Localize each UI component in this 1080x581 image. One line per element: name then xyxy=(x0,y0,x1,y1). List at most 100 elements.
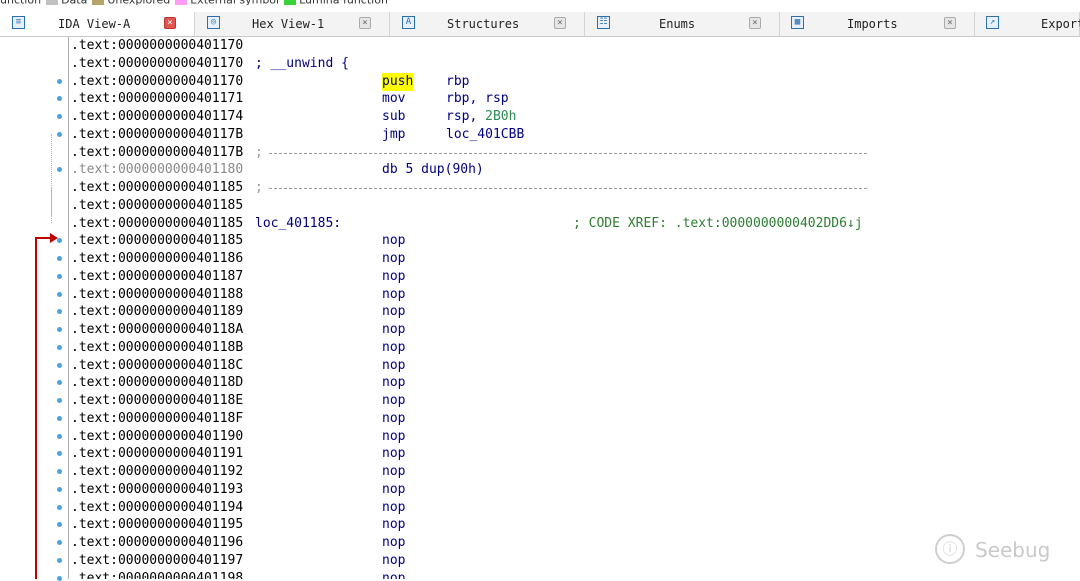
listing-row[interactable]: .text:000000000040118A nop xyxy=(69,321,1080,339)
mnemonic[interactable]: nop xyxy=(382,232,405,250)
listing-row[interactable]: .text:0000000000401186 nop xyxy=(69,250,1080,268)
listing-row[interactable]: .text:000000000040117B; xyxy=(69,144,1080,162)
disassembly-listing[interactable]: .text:0000000000401170 .text:000000000040… xyxy=(68,37,1080,579)
breakpoint-dot[interactable] xyxy=(57,575,62,581)
tab-structures[interactable]: A Structures × xyxy=(390,12,585,36)
breakpoint-dot[interactable] xyxy=(57,433,62,439)
seebug-logo-icon: ⓘ xyxy=(935,534,965,564)
mnemonic[interactable]: nop xyxy=(382,374,405,392)
listing-row[interactable]: .text:0000000000401185 loc_401185: ; CODE … xyxy=(69,215,1080,233)
mnemonic[interactable]: nop xyxy=(382,570,405,580)
mnemonic[interactable]: nop xyxy=(382,516,405,534)
listing-row[interactable]: .text:000000000040118C nop xyxy=(69,357,1080,375)
listing-row[interactable]: .text:0000000000401180 db 5 dup(90h) xyxy=(69,161,1080,179)
mnemonic[interactable]: nop xyxy=(382,392,405,410)
listing-row[interactable]: .text:0000000000401194 nop xyxy=(69,499,1080,517)
listing-row[interactable]: .text:000000000040118F nop xyxy=(69,410,1080,428)
breakpoint-dot[interactable] xyxy=(57,256,62,261)
operands[interactable]: rbp, rsp xyxy=(446,90,509,108)
breakpoint-dot[interactable] xyxy=(57,486,62,492)
mnemonic[interactable]: nop xyxy=(382,534,405,552)
listing-row[interactable]: .text:0000000000401174 sub rsp, 2B0h xyxy=(69,108,1080,126)
mnemonic[interactable]: nop xyxy=(382,428,405,446)
mnemonic[interactable]: nop xyxy=(382,481,405,499)
operands[interactable]: loc_401CBB xyxy=(446,126,524,144)
listing-row[interactable]: .text:0000000000401185 xyxy=(69,197,1080,215)
operand-text: loc_401CBB xyxy=(446,126,525,142)
close-icon[interactable]: × xyxy=(164,17,176,29)
breakpoint-dot[interactable] xyxy=(57,114,62,119)
close-icon[interactable]: × xyxy=(749,17,761,29)
listing-row[interactable]: .text:0000000000401195 nop xyxy=(69,516,1080,534)
mnemonic[interactable]: nop xyxy=(382,463,405,481)
xref-comment[interactable]: ; CODE XREF: .text:0000000000402DD6↓j xyxy=(573,215,863,233)
mnemonic[interactable]: nop xyxy=(382,499,405,517)
mnemonic[interactable]: push xyxy=(382,72,414,91)
mnemonic[interactable]: nop xyxy=(382,286,405,304)
tab-imports[interactable]: ▦ Imports × xyxy=(780,12,975,36)
breakpoint-dot[interactable] xyxy=(57,327,62,332)
breakpoint-dot[interactable] xyxy=(57,344,62,350)
tab-export[interactable]: ↗ Export xyxy=(975,12,1080,36)
listing-row[interactable]: .text:0000000000401187 nop xyxy=(69,268,1080,286)
listing-row[interactable]: .text:000000000040117B jmp loc_401CBB xyxy=(69,126,1080,144)
listing-row[interactable]: .text:0000000000401185; xyxy=(69,179,1080,197)
listing-row[interactable]: .text:0000000000401192 nop xyxy=(69,463,1080,481)
address: .text:0000000000401193 xyxy=(71,481,244,497)
listing-row[interactable]: .text:000000000040118D nop xyxy=(69,374,1080,392)
operands[interactable]: rbp xyxy=(446,73,469,91)
operands[interactable]: rsp, 2B0h xyxy=(446,108,516,126)
mnemonic[interactable]: mov xyxy=(382,90,405,108)
breakpoint-dot[interactable] xyxy=(57,415,62,421)
mnemonic[interactable]: sub xyxy=(382,108,405,126)
breakpoint-dot[interactable] xyxy=(57,131,62,137)
listing-row[interactable]: .text:0000000000401196 nop xyxy=(69,534,1080,552)
breakpoint-dot[interactable] xyxy=(57,469,62,474)
listing-row[interactable]: .text:0000000000401170 ; __unwind { xyxy=(69,55,1080,73)
breakpoint-dot[interactable] xyxy=(57,557,62,563)
breakpoint-dot[interactable] xyxy=(57,540,62,545)
mnemonic[interactable]: jmp xyxy=(382,126,405,144)
mnemonic[interactable]: nop xyxy=(382,303,405,321)
listing-row[interactable]: .text:0000000000401197 nop xyxy=(69,552,1080,570)
jump-arrow-stub xyxy=(35,237,51,239)
breakpoint-dot[interactable] xyxy=(57,398,62,403)
listing-row[interactable]: .text:0000000000401171 mov rbp, rsp xyxy=(69,90,1080,108)
breakpoint-dot[interactable] xyxy=(57,504,62,510)
address: .text:0000000000401180 xyxy=(71,162,244,178)
listing-row[interactable]: .text:0000000000401188 nop xyxy=(69,286,1080,304)
mnemonic[interactable]: nop xyxy=(382,410,405,428)
mnemonic[interactable]: nop xyxy=(382,357,405,375)
listing-row[interactable]: .text:0000000000401190 nop xyxy=(69,428,1080,446)
tab-hex-view-1[interactable]: ◎ Hex View-1 × xyxy=(195,12,390,36)
mnemonic[interactable]: nop xyxy=(382,339,405,357)
tab-ida-view-a[interactable]: ≡ IDA View-A × xyxy=(0,12,195,36)
mnemonic[interactable]: nop xyxy=(382,445,405,463)
address: .text:0000000000401185 xyxy=(71,197,244,213)
listing-row[interactable]: .text:0000000000401189 nop xyxy=(69,303,1080,321)
close-icon[interactable]: × xyxy=(359,17,371,29)
mnemonic[interactable]: nop xyxy=(382,321,405,339)
breakpoint-dot[interactable] xyxy=(57,291,62,297)
close-icon[interactable]: × xyxy=(944,17,956,29)
legend-swatch xyxy=(284,0,297,5)
listing-row[interactable]: .text:0000000000401193 nop xyxy=(69,481,1080,499)
breakpoint-dot[interactable] xyxy=(57,78,62,84)
listing-row[interactable]: .text:000000000040118E nop xyxy=(69,392,1080,410)
listing-row[interactable]: .text:0000000000401170 push rbp xyxy=(69,72,1080,91)
listing-row[interactable]: .text:0000000000401191 nop xyxy=(69,445,1080,463)
listing-row[interactable]: .text:0000000000401198 nop xyxy=(69,570,1080,580)
mnemonic[interactable]: nop xyxy=(382,552,405,570)
close-icon[interactable]: × xyxy=(554,17,566,29)
listing-row[interactable]: .text:000000000040118B nop xyxy=(69,339,1080,357)
breakpoint-dot[interactable] xyxy=(57,273,62,279)
mnemonic[interactable]: nop xyxy=(382,250,405,268)
listing-row[interactable]: .text:0000000000401170 xyxy=(69,37,1080,55)
mnemonic[interactable]: db 5 dup(90h) xyxy=(382,161,484,179)
breakpoint-dot[interactable] xyxy=(57,362,62,368)
address: .text:0000000000401192 xyxy=(71,464,244,479)
code-label[interactable]: loc_401185: xyxy=(255,215,341,233)
tab-enums[interactable]: ☷ Enums × xyxy=(585,12,780,36)
listing-row[interactable]: .text:0000000000401185 nop xyxy=(69,232,1080,250)
mnemonic[interactable]: nop xyxy=(382,268,405,286)
